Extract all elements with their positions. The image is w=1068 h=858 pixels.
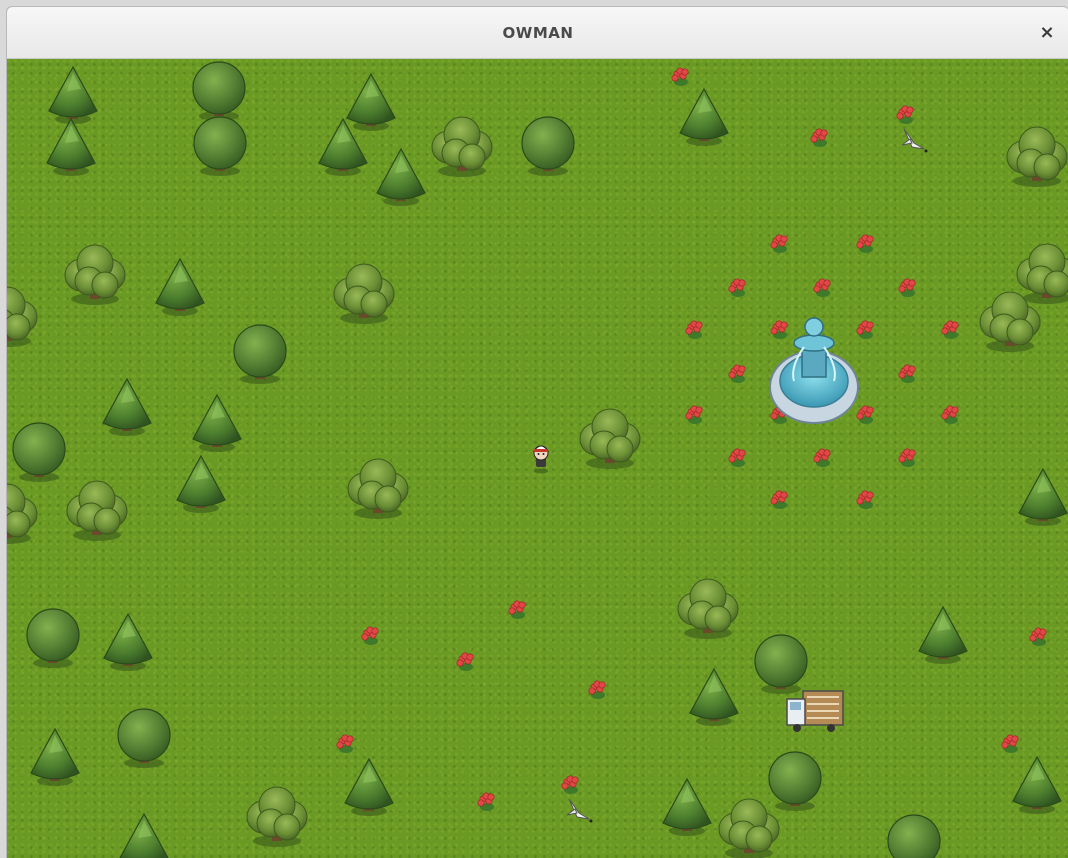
red-flower: [770, 490, 788, 509]
pine-tree: [689, 667, 739, 726]
round-tree: [887, 814, 941, 858]
bushy-tree: [1006, 126, 1068, 187]
red-flower: [588, 680, 606, 699]
bushy-tree: [7, 483, 38, 544]
red-flower: [561, 775, 579, 794]
pine-tree: [662, 777, 712, 836]
red-flower: [941, 320, 959, 339]
round-tree: [26, 608, 80, 668]
red-flower: [671, 67, 689, 86]
red-flower: [856, 234, 874, 253]
red-flower: [685, 405, 703, 424]
pine-tree: [344, 757, 394, 816]
red-flower: [336, 734, 354, 753]
red-flower: [728, 364, 746, 383]
pine-tree: [30, 727, 80, 786]
red-flower: [813, 448, 831, 467]
world-map[interactable]: [7, 59, 1068, 858]
red-flower: [770, 320, 788, 339]
pine-tree: [102, 377, 152, 436]
red-flower: [941, 405, 959, 424]
red-flower: [1029, 627, 1047, 646]
pine-tree: [1012, 755, 1062, 814]
red-flower: [896, 105, 914, 124]
moving-truck: [786, 690, 844, 732]
close-icon[interactable]: ×: [1035, 20, 1059, 44]
bushy-tree: [7, 286, 38, 347]
bushy-tree: [64, 244, 126, 305]
round-tree: [193, 116, 247, 176]
pine-tree: [155, 257, 205, 316]
pine-tree: [918, 605, 968, 664]
pine-tree: [192, 393, 242, 452]
red-flower: [856, 490, 874, 509]
round-tree: [521, 116, 575, 176]
red-flower: [898, 278, 916, 297]
round-tree: [233, 324, 287, 384]
pine-tree: [46, 117, 96, 176]
round-tree: [768, 751, 822, 811]
red-flower: [456, 652, 474, 671]
bushy-tree: [66, 480, 128, 541]
bushy-tree: [1016, 243, 1068, 304]
round-tree: [117, 708, 171, 768]
pine-tree: [376, 147, 426, 206]
pine-tree: [176, 454, 226, 513]
pine-tree: [103, 612, 153, 671]
pine-tree: [119, 812, 169, 858]
red-flower: [856, 320, 874, 339]
title-bar: OWMAN ×: [7, 7, 1068, 59]
game-window: OWMAN ×: [6, 6, 1068, 858]
red-flower: [477, 792, 495, 811]
pine-tree: [48, 65, 98, 124]
red-flower: [898, 364, 916, 383]
player-sprite: [533, 445, 549, 474]
bushy-tree: [431, 116, 493, 177]
red-flower: [728, 278, 746, 297]
bushy-tree: [579, 408, 641, 469]
white-bird: [901, 128, 928, 153]
red-flower: [810, 128, 828, 147]
pine-tree: [346, 72, 396, 131]
red-flower: [685, 320, 703, 339]
window-title: OWMAN: [502, 23, 574, 42]
bushy-tree: [333, 263, 395, 324]
red-flower: [856, 405, 874, 424]
map-scene: [7, 61, 1068, 858]
bushy-tree: [246, 786, 308, 847]
red-flower: [508, 600, 526, 619]
bushy-tree: [677, 578, 739, 639]
pine-tree: [1018, 467, 1068, 526]
bushy-tree: [718, 798, 780, 858]
round-tree: [754, 634, 808, 694]
red-flower: [361, 626, 379, 645]
pine-tree: [679, 87, 729, 146]
white-bird: [566, 798, 593, 823]
red-flower: [770, 234, 788, 253]
round-tree: [12, 422, 66, 482]
round-tree: [192, 61, 246, 121]
bushy-tree: [347, 458, 409, 519]
red-flower: [1001, 734, 1019, 753]
red-flower: [813, 278, 831, 297]
red-flower: [898, 448, 916, 467]
red-flower: [728, 448, 746, 467]
